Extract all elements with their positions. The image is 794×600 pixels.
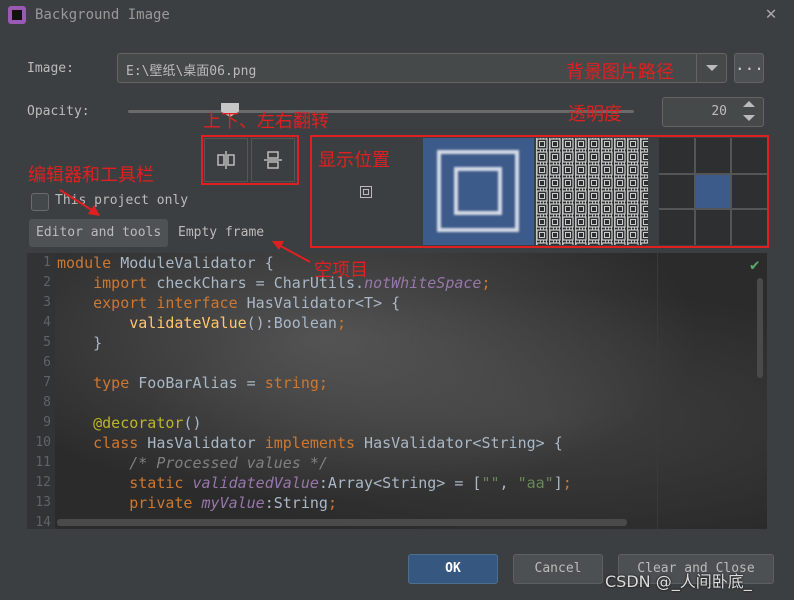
- center-icon: [360, 186, 372, 198]
- flip-horizontal-button[interactable]: [204, 138, 248, 182]
- check-icon: ✔: [750, 255, 760, 274]
- stretch-inner-icon: [454, 167, 502, 215]
- editor-tools-toggle[interactable]: Editor and tools: [29, 219, 169, 247]
- app-logo-icon: [8, 6, 26, 24]
- chevron-down-icon[interactable]: [696, 54, 727, 82]
- annotation-editor-tools: 编辑器和工具栏: [28, 165, 154, 186]
- position-tile-option[interactable]: [536, 138, 648, 245]
- position-grid-option[interactable]: [659, 138, 767, 245]
- flip-vertical-button[interactable]: [251, 138, 295, 182]
- annotation-position: 显示位置: [318, 150, 390, 171]
- annotation-empty: 空项目: [314, 260, 368, 281]
- opacity-spinner[interactable]: 20: [662, 97, 764, 127]
- project-only-label: This project only: [55, 193, 189, 208]
- image-label: Image:: [27, 61, 74, 76]
- opacity-label: Opacity:: [27, 104, 90, 119]
- spinner-down-icon[interactable]: [743, 115, 755, 121]
- annotation-flip: 上下、左右翻转: [203, 111, 329, 132]
- right-margin-guide: [657, 253, 658, 529]
- browse-button[interactable]: ...: [734, 53, 764, 83]
- tile-pattern-icon: [536, 138, 648, 245]
- grid-position-icon: [659, 138, 767, 245]
- watermark: CSDN @_人间卧底_: [605, 572, 752, 591]
- image-path-value: E:\壁纸\桌面06.png: [126, 64, 257, 79]
- arrowhead-icon: [272, 241, 284, 250]
- close-icon[interactable]: ✕: [762, 4, 780, 24]
- opacity-value: 20: [711, 104, 727, 119]
- title-bar: Background Image ✕: [0, 0, 794, 30]
- annotation-path: 背景图片路径: [566, 62, 674, 83]
- position-stretch-option[interactable]: [423, 138, 534, 245]
- annotation-opacity: 透明度: [568, 104, 622, 125]
- cancel-button[interactable]: Cancel: [513, 554, 603, 584]
- ok-button[interactable]: OK: [408, 554, 498, 584]
- spinner-up-icon[interactable]: [743, 101, 755, 107]
- horizontal-scrollbar[interactable]: [57, 519, 627, 526]
- flip-vertical-icon: [264, 151, 282, 169]
- project-only-checkbox[interactable]: [31, 193, 49, 211]
- editor-preview: ✔ 1 module ModuleValidator { 2 import che…: [27, 253, 767, 529]
- dialog-title: Background Image: [35, 7, 170, 23]
- empty-frame-toggle[interactable]: Empty frame: [171, 219, 271, 247]
- flip-horizontal-icon: [217, 151, 235, 169]
- vertical-scrollbar[interactable]: [757, 278, 763, 378]
